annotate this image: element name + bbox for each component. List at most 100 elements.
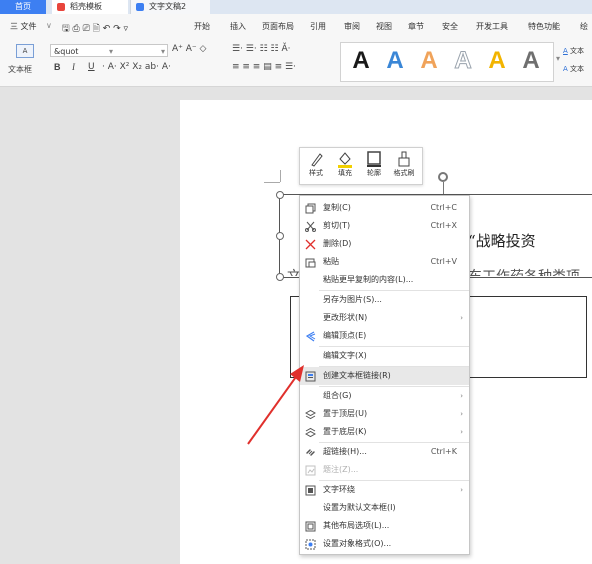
tab-label: 文字文稿2: [149, 2, 187, 11]
menu-security[interactable]: 安全: [442, 21, 458, 32]
quick-access-icons[interactable]: 🖫 ⎙ ⎚ 🗎 ↶ ↷ ▿: [62, 21, 128, 37]
menu-item-change-shape[interactable]: 更改形状(N) ›: [300, 309, 469, 327]
chevron-right-icon: ›: [460, 314, 463, 322]
font-effects[interactable]: · A· X² X₂ ab· A·: [102, 62, 171, 72]
bold-button[interactable]: B: [54, 62, 61, 72]
menu-item-bring-to-front[interactable]: 置于顶层(U) ›: [300, 405, 469, 423]
rotate-handle-icon[interactable]: [438, 172, 448, 182]
art-text-style-black[interactable]: A: [347, 46, 375, 76]
document-text-line[interactable]: 东工作药各种类项: [468, 266, 580, 276]
mini-toolbar: 样式 填充 轮廓 格式刷: [299, 147, 423, 185]
format-painter-icon: [398, 151, 410, 167]
chevron-right-icon: ›: [460, 392, 463, 400]
art-text-style-darkgray[interactable]: A: [517, 46, 545, 76]
art-text-style-yellow[interactable]: A: [483, 46, 511, 76]
menu-view[interactable]: 视图: [376, 21, 392, 32]
underline-button[interactable]: U: [88, 62, 95, 72]
menu-item-send-to-back[interactable]: 置于底层(K) ›: [300, 423, 469, 441]
font-size-controls[interactable]: A⁺ A⁻ ◇: [172, 44, 206, 54]
fill-icon: [338, 152, 352, 168]
docer-logo-icon: [57, 3, 65, 11]
text-wrap-icon: [305, 485, 316, 496]
outline-button[interactable]: 轮廓: [360, 150, 388, 178]
resize-handle[interactable]: [276, 232, 284, 240]
style-button[interactable]: 样式: [302, 150, 330, 178]
menu-item-more-layout-options[interactable]: 其他布局选项(L)...: [300, 517, 469, 535]
format-painter-button[interactable]: 格式刷: [390, 150, 418, 178]
chevron-right-icon: ›: [460, 428, 463, 436]
menu-item-delete[interactable]: 删除(D): [300, 235, 469, 253]
menu-item-edit-text[interactable]: 编辑文字(X): [300, 347, 469, 365]
file-menu[interactable]: 三 文件: [10, 21, 37, 32]
menu-item-paste-earlier[interactable]: 粘贴更早复制的内容(L)...: [300, 271, 469, 289]
layout-options-icon: [305, 521, 316, 532]
menu-page-layout[interactable]: 页面布局: [262, 21, 294, 32]
menu-item-text-wrap[interactable]: 文字环绕 ›: [300, 481, 469, 499]
tab-label: 稻壳模板: [70, 2, 102, 11]
textbox-icon[interactable]: A: [16, 44, 34, 58]
menu-item-create-textbox-link[interactable]: 创建文本框链接(R): [300, 367, 469, 385]
ribbon: A 文本框 &quot ▾ ▾ A⁺ A⁻ ◇ B I U · A· X² X₂…: [0, 42, 592, 87]
menu-item-save-as-image[interactable]: 另存为图片(S)...: [300, 291, 469, 309]
gallery-more-icon[interactable]: ▾: [556, 54, 560, 63]
context-menu: 复制(C) Ctrl+C 剪切(T) Ctrl+X 删除(D) 粘贴 Ctrl+V 粘…: [299, 195, 470, 555]
page-corner-mark: [264, 182, 280, 183]
document-text-line[interactable]: “战略投资: [468, 230, 536, 251]
menu-insert[interactable]: 插入: [230, 21, 246, 32]
chevron-down-icon[interactable]: ▾: [161, 45, 165, 58]
menu-start[interactable]: 开始: [194, 21, 210, 32]
tab-home[interactable]: 首页: [0, 0, 46, 14]
paste-icon: [305, 258, 316, 268]
menu-item-cut[interactable]: 剪切(T) Ctrl+X: [300, 217, 469, 235]
menu-item-paste[interactable]: 粘贴 Ctrl+V: [300, 253, 469, 271]
chevron-down-icon[interactable]: ∨: [46, 21, 52, 30]
chevron-right-icon: ›: [460, 486, 463, 494]
chevron-down-icon[interactable]: ▾: [109, 45, 113, 58]
textbox-button[interactable]: 文本框: [8, 64, 32, 75]
menu-item-format-object[interactable]: 设置对象格式(O)...: [300, 535, 469, 553]
tab-document[interactable]: 文字文稿2: [130, 0, 210, 14]
menu-item-set-default-textbox[interactable]: 设置为默认文本框(I): [300, 499, 469, 517]
menu-draw[interactable]: 绘: [580, 21, 588, 32]
writer-doc-icon: [136, 3, 144, 11]
tab-bar: 首页 稻壳模板 文字文稿2: [0, 0, 592, 14]
menu-item-edit-points[interactable]: 编辑顶点(E): [300, 327, 469, 345]
caption-icon: [305, 465, 316, 476]
delete-x-icon: [305, 239, 316, 250]
art-text-gallery: A A A A A A: [340, 42, 554, 82]
rotate-handle-line: [443, 182, 444, 194]
annotation-arrow: [247, 365, 304, 445]
menu-references[interactable]: 引用: [310, 21, 326, 32]
list-buttons[interactable]: ☰· ☰· ☷ ☷ Ă·: [232, 44, 290, 54]
format-object-icon: [305, 539, 316, 550]
resize-handle[interactable]: [276, 191, 284, 199]
font-name-field[interactable]: &quot ▾ ▾: [50, 44, 168, 57]
art-text-style-orange[interactable]: A: [415, 46, 443, 76]
menu-developer[interactable]: 开发工具: [476, 21, 508, 32]
copy-icon: [305, 203, 316, 214]
page-corner-mark: [280, 170, 281, 182]
scissors-icon: [305, 221, 316, 232]
menu-review[interactable]: 审阅: [344, 21, 360, 32]
edit-points-icon: [305, 331, 316, 342]
italic-button[interactable]: I: [72, 62, 75, 72]
text-fill-button[interactable]: A 文本: [563, 46, 584, 56]
menu-item-caption: 题注(Z)...: [300, 461, 469, 479]
menu-special[interactable]: 特色功能: [528, 21, 560, 32]
menu-bar: 三 文件 ∨ 🖫 ⎙ ⎚ 🗎 ↶ ↷ ▿ 开始 插入 页面布局 引用 审阅 视图…: [0, 14, 592, 43]
outline-icon: [367, 151, 381, 167]
tab-docer-template[interactable]: 稻壳模板: [52, 0, 128, 14]
menu-sections[interactable]: 章节: [408, 21, 424, 32]
art-text-style-gray[interactable]: A: [449, 46, 477, 76]
menu-item-group[interactable]: 组合(G) ›: [300, 387, 469, 405]
style-icon: [311, 153, 323, 167]
font-name-value: &quot: [54, 47, 79, 56]
menu-item-hyperlink[interactable]: 超链接(H)... Ctrl+K: [300, 443, 469, 461]
text-outline-button[interactable]: A 文本: [563, 64, 584, 74]
menu-item-copy[interactable]: 复制(C) Ctrl+C: [300, 199, 469, 217]
fill-button[interactable]: 填充: [331, 150, 359, 178]
resize-handle[interactable]: [276, 273, 284, 281]
align-buttons[interactable]: ≡ ≡ ≡ ▤ ≡ ☰·: [232, 62, 296, 72]
chevron-right-icon: ›: [460, 410, 463, 418]
art-text-style-blue[interactable]: A: [381, 46, 409, 76]
